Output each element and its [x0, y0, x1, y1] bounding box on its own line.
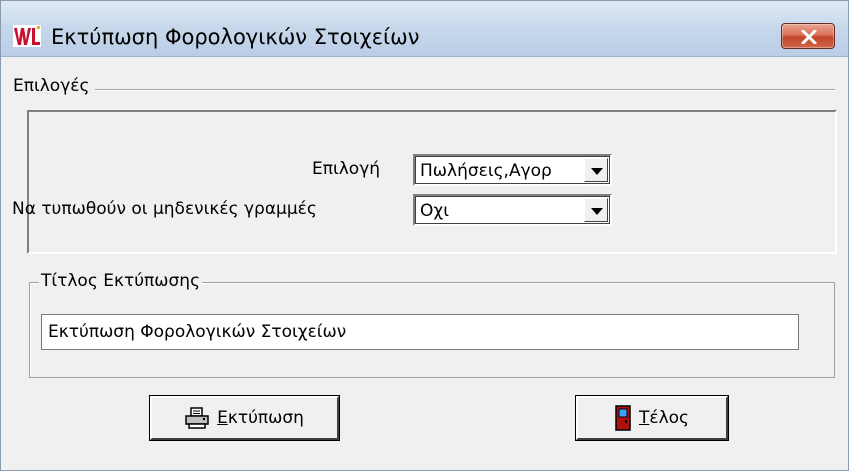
print-mnemonic: Ε — [217, 408, 228, 428]
print-title-input[interactable] — [41, 314, 799, 350]
print-button-label: Εκτύπωση — [217, 408, 304, 428]
options-group-line — [13, 89, 835, 91]
title-bar[interactable]: Εκτύπωση Φορολογικών Στοιχείων — [1, 1, 848, 57]
print-button[interactable]: Εκτύπωση — [149, 395, 340, 441]
print-zero-lines-dropdown-button[interactable] — [584, 198, 608, 222]
dialog-body: Επιλογές Επιλογή Πωλήσεις,Αγορ Να τυπωθο… — [9, 64, 843, 464]
print-tax-data-dialog: Εκτύπωση Φορολογικών Στοιχείων Επιλογές … — [0, 0, 849, 471]
end-label-rest: έλος — [649, 408, 690, 428]
print-zero-lines-value: Οχι — [420, 201, 449, 221]
end-button[interactable]: Τέλος — [575, 395, 729, 441]
window-title: Εκτύπωση Φορολογικών Στοιχείων — [51, 25, 420, 49]
selection-value: Πωλήσεις,Αγορ — [420, 161, 552, 181]
end-mnemonic: Τ — [638, 408, 650, 428]
printer-icon — [185, 407, 209, 429]
end-button-label: Τέλος — [639, 408, 689, 428]
close-button[interactable] — [781, 23, 835, 49]
chevron-down-icon — [591, 168, 603, 175]
title-group-legend: Τίτλος Εκτύπωσης — [39, 271, 203, 291]
selection-combobox[interactable]: Πωλήσεις,Αγορ — [413, 154, 612, 186]
selection-dropdown-button[interactable] — [584, 158, 608, 182]
options-group-legend: Επιλογές — [13, 76, 96, 96]
selection-label: Επιλογή — [312, 159, 381, 179]
close-icon — [801, 30, 817, 44]
print-zero-lines-label: Να τυπωθούν οι μηδενικές γραμμές — [12, 199, 317, 219]
wl-app-icon — [13, 25, 41, 47]
print-label-rest: κτύπωση — [227, 408, 304, 428]
chevron-down-icon — [591, 208, 603, 215]
exit-door-icon — [615, 405, 631, 431]
print-zero-lines-combobox[interactable]: Οχι — [413, 194, 612, 226]
